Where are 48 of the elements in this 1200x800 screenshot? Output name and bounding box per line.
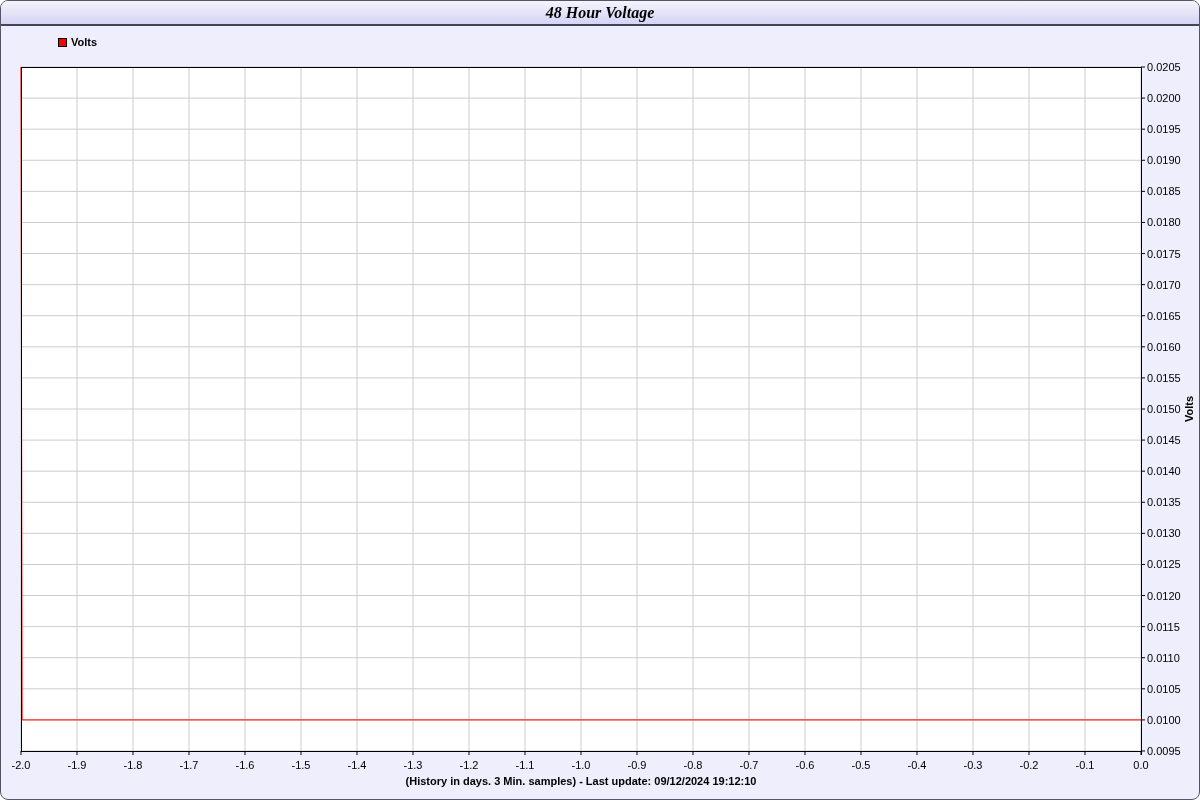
x-tick-label: -1.4 <box>347 759 367 771</box>
x-tick-label: -1.8 <box>123 759 143 771</box>
x-tick-label: -1.9 <box>67 759 87 771</box>
y-tick-label: 0.0160 <box>1147 340 1181 353</box>
y-tick-label: 0.0095 <box>1147 745 1181 757</box>
y-tick-label: 0.0110 <box>1147 651 1180 664</box>
y-tick-label: 0.0205 <box>1147 61 1181 73</box>
y-tick-label: 0.0135 <box>1147 496 1181 509</box>
x-tick-label: -1.0 <box>571 759 591 771</box>
x-tick-label: -0.4 <box>907 759 927 771</box>
y-tick-label: 0.0130 <box>1147 527 1181 540</box>
y-tick-label: 0.0100 <box>1147 713 1181 726</box>
x-tick-label: -1.2 <box>459 759 479 771</box>
y-tick-label: 0.0115 <box>1147 620 1180 633</box>
y-tick-label: 0.0195 <box>1147 123 1181 136</box>
y-tick-label: 0.0180 <box>1147 216 1181 229</box>
chart-title: 48 Hour Voltage <box>545 2 655 24</box>
x-tick-label: -0.6 <box>795 759 815 771</box>
y-tick-label: 0.0120 <box>1147 589 1181 602</box>
y-axis-title: Volts <box>1183 395 1195 423</box>
y-tick-label: 0.0150 <box>1147 403 1181 415</box>
y-tick-label: 0.0105 <box>1147 682 1181 695</box>
x-tick-label: -2.0 <box>11 759 31 771</box>
y-tick-label: 0.0170 <box>1147 278 1181 291</box>
y-tick-label: 0.0165 <box>1147 309 1181 322</box>
x-tick-label: -1.6 <box>235 759 255 771</box>
y-tick-label: 0.0190 <box>1147 154 1181 167</box>
x-tick-label: -0.5 <box>851 759 871 771</box>
x-tick-label: -1.1 <box>515 759 535 771</box>
y-tick-label: 0.0145 <box>1147 434 1181 447</box>
x-axis-title: (History in days. 3 Min. samples) - Last update: 09/12/2024 19:12:10 <box>405 775 757 787</box>
x-tick-label: -1.3 <box>403 759 423 771</box>
legend-label: Volts <box>71 35 98 51</box>
x-tick-label: -0.3 <box>963 759 983 771</box>
x-tick-label: -0.9 <box>627 759 647 771</box>
y-tick-label: 0.0125 <box>1147 558 1181 571</box>
x-tick-label: -0.8 <box>683 759 703 771</box>
x-tick-label: -0.1 <box>1075 759 1095 771</box>
x-tick-label: -0.7 <box>739 759 759 771</box>
x-tick-label: -1.5 <box>291 759 311 771</box>
y-tick-label: 0.0185 <box>1147 185 1181 198</box>
y-tick-label: 0.0140 <box>1147 465 1181 478</box>
x-tick-label: -1.7 <box>179 759 199 771</box>
x-tick-label: 0.0 <box>1133 759 1149 771</box>
y-tick-label: 0.0200 <box>1147 92 1181 105</box>
y-tick-label: 0.0155 <box>1147 371 1181 384</box>
x-tick-label: -0.2 <box>1019 759 1039 771</box>
y-tick-label: 0.0175 <box>1147 247 1181 260</box>
